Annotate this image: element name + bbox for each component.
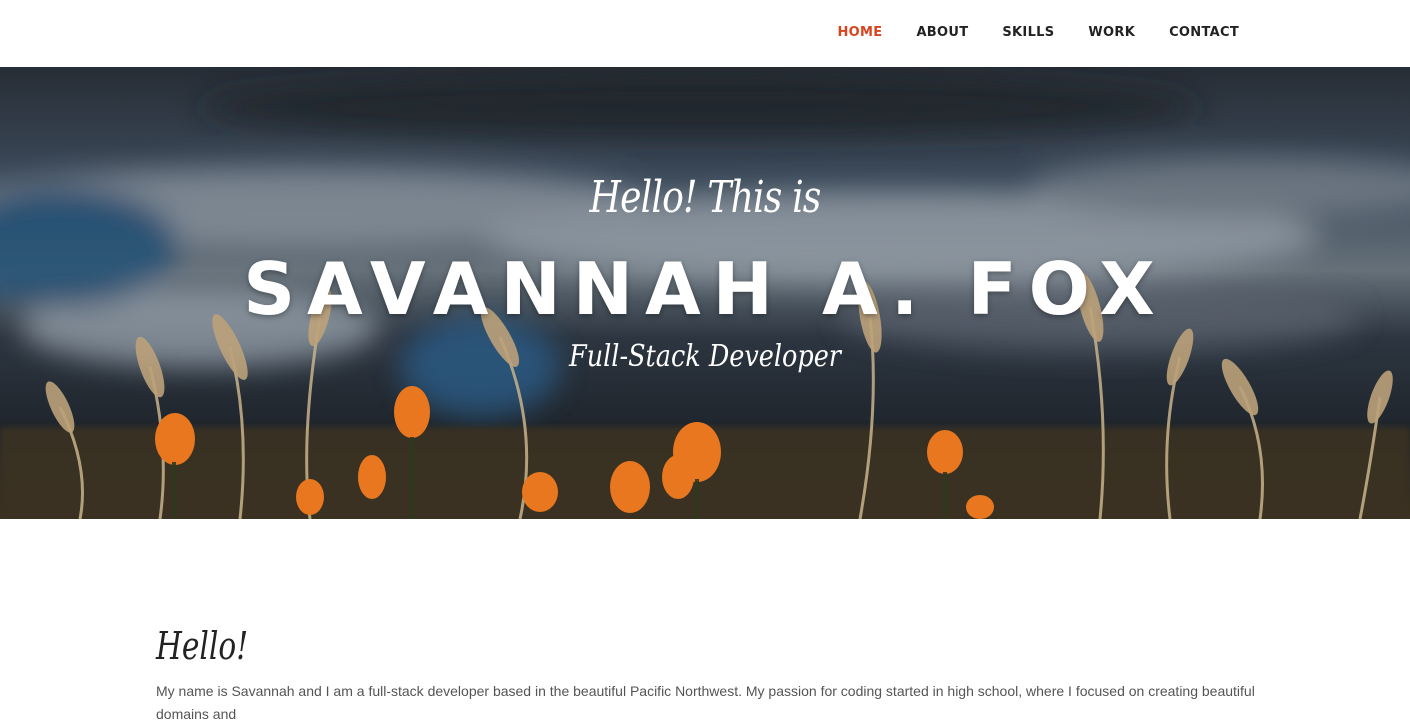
top-navigation-bar: HOME ABOUT SKILLS WORK CONTACT bbox=[0, 0, 1410, 67]
about-paragraph: My name is Savannah and I am a full-stac… bbox=[156, 683, 1255, 722]
nav-item-work[interactable]: WORK bbox=[1088, 25, 1135, 40]
nav-item-contact[interactable]: CONTACT bbox=[1169, 25, 1239, 40]
hero-banner: Hello! This is SAVANNAH A. FOX Full-Stac… bbox=[0, 67, 1410, 519]
nav-item-skills[interactable]: SKILLS bbox=[1002, 25, 1054, 40]
hero-name: SAVANNAH A. FOX bbox=[243, 247, 1167, 331]
nav-item-home[interactable]: HOME bbox=[837, 25, 882, 40]
about-section: Hello! My name is Savannah and I am a fu… bbox=[0, 519, 1410, 722]
hero-greeting: Hello! This is bbox=[589, 172, 821, 223]
hero-role: Full-Stack Developer bbox=[569, 339, 841, 374]
about-heading: Hello! bbox=[156, 624, 249, 668]
nav-item-about[interactable]: ABOUT bbox=[916, 25, 968, 40]
nav-menu: HOME ABOUT SKILLS WORK CONTACT bbox=[803, 0, 1239, 64]
hero-text-block: Hello! This is SAVANNAH A. FOX Full-Stac… bbox=[0, 67, 1410, 519]
